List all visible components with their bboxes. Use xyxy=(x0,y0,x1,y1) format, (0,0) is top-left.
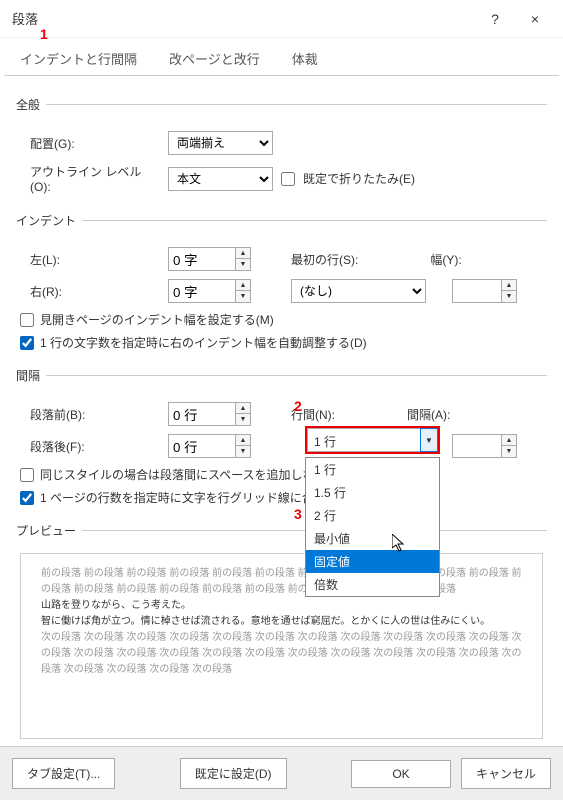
dialog-content: 全般 配置(G): 両端揃え アウトライン レベル(O): 本文 既定で折りたた… xyxy=(0,76,563,739)
preview-prev-paragraphs: 前の段落 前の段落 前の段落 前の段落 前の段落 前の段落 前の段落 前の段落 … xyxy=(41,566,522,598)
spin-down-icon[interactable]: ▼ xyxy=(236,259,250,270)
spacing-at-label: 間隔(A): xyxy=(407,406,450,423)
spin-down-icon[interactable]: ▼ xyxy=(502,291,516,302)
group-preview: プレビュー 前の段落 前の段落 前の段落 前の段落 前の段落 前の段落 前の段落… xyxy=(16,522,547,739)
preview-next-paragraphs: 次の段落 次の段落 次の段落 次の段落 次の段落 次の段落 次の段落 次の段落 … xyxy=(41,630,522,678)
group-general-legend: 全般 xyxy=(16,96,46,113)
dropdown-option-exact[interactable]: 固定値 xyxy=(306,550,439,573)
dialog-footer: タブ設定(T)... 既定に設定(D) OK キャンセル xyxy=(0,746,563,800)
group-indent-legend: インデント xyxy=(16,212,82,229)
annotation-2: 2 xyxy=(294,398,302,414)
dropdown-option-1[interactable]: 1 行 xyxy=(306,458,439,481)
collapse-default-label: 既定で折りたたみ(E) xyxy=(303,170,415,187)
chevron-down-icon[interactable]: ▼ xyxy=(420,428,438,452)
preview-box: 前の段落 前の段落 前の段落 前の段落 前の段落 前の段落 前の段落 前の段落 … xyxy=(20,553,543,739)
group-preview-legend: プレビュー xyxy=(16,522,82,539)
dropdown-option-1-5[interactable]: 1.5 行 xyxy=(306,481,439,504)
outline-level-label: アウトライン レベル(O): xyxy=(30,163,160,194)
outline-level-select[interactable]: 本文 xyxy=(168,167,273,191)
no-space-same-style-label: 同じスタイルの場合は段落間にスペースを追加しない xyxy=(40,466,327,483)
spacing-at-input[interactable] xyxy=(452,434,502,458)
indent-width-label: 幅(Y): xyxy=(430,251,461,268)
group-spacing: 間隔 段落前(B): ▲▼ 行間(N): 間隔(A): 段落後(F): ▲▼ ▲ xyxy=(16,367,547,512)
close-button[interactable]: × xyxy=(515,4,555,34)
no-space-same-style-checkbox[interactable] xyxy=(20,468,34,482)
set-default-button[interactable]: 既定に設定(D) xyxy=(180,758,287,789)
spin-down-icon[interactable]: ▼ xyxy=(236,414,250,425)
group-indent: インデント 左(L): ▲▼ 最初の行(S): 幅(Y): 右(R): ▲▼ (… xyxy=(16,212,547,357)
indent-right-label: 右(R): xyxy=(30,283,160,300)
spin-up-icon[interactable]: ▲ xyxy=(236,403,250,414)
line-spacing-dropdown: 1 行 1.5 行 2 行 最小値 固定値 倍数 xyxy=(305,457,440,597)
alignment-label: 配置(G): xyxy=(30,135,160,152)
tab-indent-spacing[interactable]: インデントと行間隔 xyxy=(4,42,153,75)
spin-up-icon[interactable]: ▲ xyxy=(502,435,516,446)
line-spacing-select[interactable]: 1 行 ▼ xyxy=(305,426,440,454)
mirror-indent-label: 見開きページのインデント幅を設定する(M) xyxy=(40,311,274,328)
help-button[interactable]: ? xyxy=(475,4,515,34)
tab-stops-button[interactable]: タブ設定(T)... xyxy=(12,758,115,789)
indent-right-input[interactable] xyxy=(168,279,236,303)
group-spacing-legend: 間隔 xyxy=(16,367,46,384)
ok-button[interactable]: OK xyxy=(351,760,451,788)
spin-down-icon[interactable]: ▼ xyxy=(236,291,250,302)
space-after-label: 段落後(F): xyxy=(30,438,160,455)
spin-down-icon[interactable]: ▼ xyxy=(502,446,516,457)
snap-grid-checkbox[interactable] xyxy=(20,491,34,505)
annotation-1: 1 xyxy=(40,26,48,42)
dropdown-option-multiple[interactable]: 倍数 xyxy=(306,573,439,596)
space-after-input[interactable] xyxy=(168,434,236,458)
indent-left-input[interactable] xyxy=(168,247,236,271)
window-controls: ? × xyxy=(475,4,555,34)
dialog-title: 段落 xyxy=(12,9,38,28)
auto-adjust-indent-label: 1 行の文字数を指定時に右のインデント幅を自動調整する(D) xyxy=(40,334,367,351)
titlebar: 段落 ? × xyxy=(0,0,563,38)
dropdown-option-minimum[interactable]: 最小値 xyxy=(306,527,439,550)
preview-sample-line1: 山路を登りながら、こう考えた。 xyxy=(41,598,522,614)
preview-sample-line2: 智に働けば角が立つ。情に棹させば流される。意地を通せば窮屈だ。とかくに人の世は住… xyxy=(41,614,522,630)
spin-up-icon[interactable]: ▲ xyxy=(236,280,250,291)
tab-asian-typography[interactable]: 体裁 xyxy=(276,42,334,75)
firstline-select[interactable]: (なし) xyxy=(291,279,426,303)
snap-grid-label: 1 ページの行数を指定時に文字を行グリッド線に合わせる xyxy=(40,489,350,506)
cancel-button[interactable]: キャンセル xyxy=(461,758,551,789)
mirror-indent-checkbox[interactable] xyxy=(20,313,34,327)
collapse-default-checkbox[interactable] xyxy=(281,172,295,186)
alignment-select[interactable]: 両端揃え xyxy=(168,131,273,155)
spin-down-icon[interactable]: ▼ xyxy=(236,446,250,457)
dropdown-option-2[interactable]: 2 行 xyxy=(306,504,439,527)
space-before-label: 段落前(B): xyxy=(30,406,160,423)
line-spacing-value: 1 行 xyxy=(307,428,420,452)
indent-left-label: 左(L): xyxy=(30,251,160,268)
spin-up-icon[interactable]: ▲ xyxy=(236,435,250,446)
annotation-3: 3 xyxy=(294,506,302,522)
indent-width-input[interactable] xyxy=(452,279,502,303)
spin-up-icon[interactable]: ▲ xyxy=(502,280,516,291)
tab-page-breaks[interactable]: 改ページと改行 xyxy=(153,42,276,75)
group-general: 全般 配置(G): 両端揃え アウトライン レベル(O): 本文 既定で折りたた… xyxy=(16,96,547,202)
space-before-input[interactable] xyxy=(168,402,236,426)
tab-strip: インデントと行間隔 改ページと改行 体裁 xyxy=(4,42,559,76)
firstline-label: 最初の行(S): xyxy=(291,251,358,268)
spin-up-icon[interactable]: ▲ xyxy=(236,248,250,259)
auto-adjust-indent-checkbox[interactable] xyxy=(20,336,34,350)
